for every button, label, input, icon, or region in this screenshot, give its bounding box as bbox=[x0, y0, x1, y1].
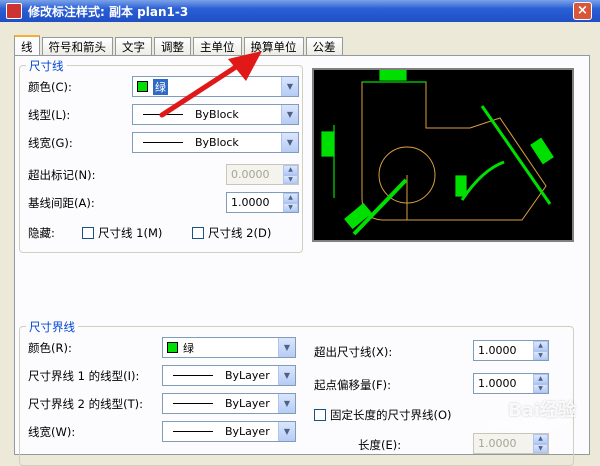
spin-up-icon[interactable]: ▲ bbox=[533, 341, 548, 351]
close-button[interactable]: × bbox=[573, 2, 592, 20]
baseline-spacing-value: 1.0000 bbox=[231, 196, 270, 209]
lineweight-value: ByBlock bbox=[195, 136, 239, 149]
tab-text[interactable]: 文字 bbox=[115, 37, 152, 55]
extend-beyond-value: 1.0000 bbox=[478, 344, 517, 357]
chevron-down-icon[interactable]: ▼ bbox=[278, 338, 295, 357]
window-title: 修改标注样式: 副本 plan1-3 bbox=[28, 4, 189, 19]
ext-lineweight-select[interactable]: ByLayer ▼ bbox=[162, 421, 296, 442]
length-spinner[interactable]: 1.0000 ▲ ▼ bbox=[473, 433, 549, 454]
spin-up-icon[interactable]: ▲ bbox=[283, 165, 298, 175]
extend-ticks-spinner[interactable]: 0.0000 ▲ ▼ bbox=[226, 164, 299, 185]
watermark-url: jingyan.baidu.com bbox=[486, 418, 570, 428]
suppress-label: 隐藏: bbox=[28, 226, 55, 240]
tab-symbols-arrows[interactable]: 符号和箭头 bbox=[41, 37, 113, 55]
ext-linetype2-label: 尺寸界线 2 的线型(T): bbox=[28, 397, 143, 411]
chevron-down-icon[interactable]: ▼ bbox=[278, 422, 295, 441]
offset-value: 1.0000 bbox=[478, 377, 517, 390]
ext-color-select[interactable]: 绿 ▼ bbox=[162, 337, 296, 358]
baseline-spacing-spinner[interactable]: 1.0000 ▲ ▼ bbox=[226, 192, 299, 213]
ext-linetype2-value: ByLayer bbox=[225, 397, 270, 410]
lineweight-label: 线宽(G): bbox=[28, 136, 73, 150]
ext-linetype2-select[interactable]: ByLayer ▼ bbox=[162, 393, 296, 414]
tab-lines[interactable]: 线 bbox=[14, 35, 40, 56]
spin-up-icon[interactable]: ▲ bbox=[283, 193, 298, 203]
ext-lineweight-label: 线宽(W): bbox=[28, 425, 76, 439]
ext-color-label: 颜色(R): bbox=[28, 341, 72, 355]
offset-spinner[interactable]: 1.0000 ▲ ▼ bbox=[473, 373, 549, 394]
checkbox-icon[interactable] bbox=[82, 227, 94, 239]
spin-down-icon[interactable]: ▼ bbox=[283, 202, 298, 212]
ext-lines-title: 尺寸界线 bbox=[26, 319, 78, 335]
spin-down-icon[interactable]: ▼ bbox=[533, 383, 548, 393]
dim-text-top bbox=[379, 69, 407, 81]
spin-down-icon[interactable]: ▼ bbox=[533, 443, 548, 453]
fixed-length-label: 固定长度的尺寸界线(O) bbox=[330, 408, 452, 422]
line-preview bbox=[173, 403, 213, 404]
suppress-dim2-checkbox[interactable]: 尺寸线 2(D) bbox=[192, 225, 271, 241]
offset-label: 起点偏移量(F): bbox=[314, 378, 391, 392]
chevron-down-icon[interactable]: ▼ bbox=[281, 77, 298, 96]
fixed-length-checkbox[interactable]: 固定长度的尺寸界线(O) bbox=[314, 407, 452, 423]
spin-up-icon[interactable]: ▲ bbox=[533, 434, 548, 444]
suppress-dim1-checkbox[interactable]: 尺寸线 1(M) bbox=[82, 225, 162, 241]
suppress-dim1-label: 尺寸线 1(M) bbox=[98, 226, 163, 240]
spin-up-icon[interactable]: ▲ bbox=[533, 374, 548, 384]
dim-arc bbox=[460, 160, 505, 201]
chevron-down-icon[interactable]: ▼ bbox=[281, 133, 298, 152]
green-swatch bbox=[167, 342, 178, 353]
chevron-down-icon[interactable]: ▼ bbox=[281, 105, 298, 124]
dim-text-arc bbox=[455, 175, 467, 197]
app-icon bbox=[6, 3, 22, 19]
spin-down-icon[interactable]: ▼ bbox=[283, 174, 298, 184]
ext-linetype1-value: ByLayer bbox=[225, 369, 270, 382]
chevron-down-icon[interactable]: ▼ bbox=[278, 394, 295, 413]
preview-canvas bbox=[312, 68, 574, 242]
tab-panel: 尺寸线 颜色(C): 绿 ▼ 线型(L): ByBlock ▼ 线宽(G): B… bbox=[14, 55, 590, 466]
linetype-label: 线型(L): bbox=[28, 108, 71, 122]
line-preview bbox=[173, 431, 213, 432]
length-value: 1.0000 bbox=[478, 437, 517, 450]
suppress-dim2-label: 尺寸线 2(D) bbox=[208, 226, 272, 240]
line-preview bbox=[143, 142, 183, 143]
extend-ticks-value: 0.0000 bbox=[231, 168, 270, 181]
dim-text-left bbox=[321, 131, 335, 157]
ext-lineweight-value: ByLayer bbox=[225, 425, 270, 438]
leader-text bbox=[344, 202, 372, 230]
baseline-spacing-label: 基线间距(A): bbox=[28, 196, 95, 210]
extend-beyond-spinner[interactable]: 1.0000 ▲ ▼ bbox=[473, 340, 549, 361]
annotation-arrow-icon bbox=[159, 51, 262, 118]
ext-linetype1-label: 尺寸界线 1 的线型(I): bbox=[28, 369, 140, 383]
tab-tolerances[interactable]: 公差 bbox=[305, 37, 343, 55]
dimension-preview-drawing bbox=[321, 69, 554, 236]
checkbox-icon[interactable] bbox=[192, 227, 204, 239]
color-label: 颜色(C): bbox=[28, 80, 72, 94]
length-label: 长度(E): bbox=[358, 438, 402, 452]
title-bar: 修改标注样式: 副本 plan1-3 × bbox=[0, 0, 600, 22]
dim-text-right bbox=[530, 137, 554, 165]
checkbox-icon[interactable] bbox=[314, 409, 326, 421]
lineweight-select[interactable]: ByBlock ▼ bbox=[132, 132, 299, 153]
green-swatch bbox=[137, 81, 148, 92]
chevron-down-icon[interactable]: ▼ bbox=[278, 366, 295, 385]
ext-linetype1-select[interactable]: ByLayer ▼ bbox=[162, 365, 296, 386]
ext-color-value: 绿 bbox=[183, 341, 194, 355]
line-preview bbox=[173, 375, 213, 376]
spin-down-icon[interactable]: ▼ bbox=[533, 350, 548, 360]
extend-ticks-label: 超出标记(N): bbox=[28, 168, 96, 182]
dim-lines-title: 尺寸线 bbox=[26, 58, 67, 74]
extend-beyond-label: 超出尺寸线(X): bbox=[314, 345, 393, 359]
ext-lines-group: 尺寸界线 颜色(R): 绿 ▼ 尺寸界线 1 的线型(I): ByLayer ▼… bbox=[19, 319, 574, 466]
